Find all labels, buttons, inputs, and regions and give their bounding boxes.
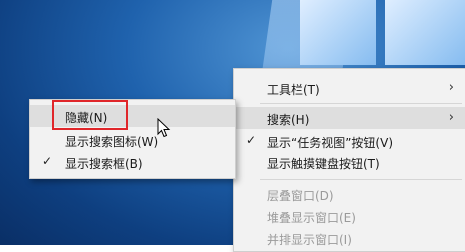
menu-item-label: 显示触摸键盘按钮(T)	[267, 157, 380, 171]
menu-item-label: 层叠窗口(D)	[267, 189, 334, 203]
chevron-right-icon: ›	[448, 80, 454, 95]
submenu-item-show-search-icon[interactable]: 显示搜索图标(W)	[30, 129, 235, 151]
highlight-annotation-box	[52, 100, 128, 130]
menu-item-label: 堆叠显示窗口(E)	[267, 211, 356, 225]
menu-item-toolbars[interactable]: 工具栏(T) ›	[234, 77, 465, 99]
checkmark-icon: ✓	[246, 133, 257, 147]
menu-item-label: 显示搜索框(B)	[65, 157, 143, 171]
menu-item-label: 显示“任务视图”按钮(V)	[267, 136, 394, 150]
mouse-pointer-icon	[157, 118, 171, 138]
menu-item-stack-windows: 堆叠显示窗口(E)	[234, 205, 465, 227]
windows-logo-pane	[300, 0, 376, 65]
menu-separator	[260, 103, 462, 104]
taskbar-context-menu: 工具栏(T) › 搜索(H) › ✓ 显示“任务视图”按钮(V) 显示触摸键盘按…	[233, 68, 465, 252]
menu-item-label: 搜索(H)	[267, 113, 310, 127]
menu-separator	[260, 179, 462, 180]
menu-item-side-by-side-windows: 并排显示窗口(I)	[234, 227, 465, 249]
menu-item-label: 工具栏(T)	[267, 83, 320, 97]
windows-logo-pane	[385, 0, 465, 65]
menu-item-search[interactable]: 搜索(H) ›	[234, 107, 465, 129]
submenu-item-show-search-box[interactable]: ✓ 显示搜索框(B)	[30, 151, 235, 173]
menu-item-label: 显示搜索图标(W)	[65, 135, 159, 149]
menu-item-show-task-view[interactable]: ✓ 显示“任务视图”按钮(V)	[234, 130, 465, 152]
menu-item-cascade-windows: 层叠窗口(D)	[234, 183, 465, 205]
chevron-right-icon: ›	[448, 110, 454, 125]
menu-item-label: 并排显示窗口(I)	[267, 233, 352, 247]
checkmark-icon: ✓	[42, 154, 53, 168]
menu-item-show-touch-keyboard[interactable]: 显示触摸键盘按钮(T)	[234, 151, 465, 173]
